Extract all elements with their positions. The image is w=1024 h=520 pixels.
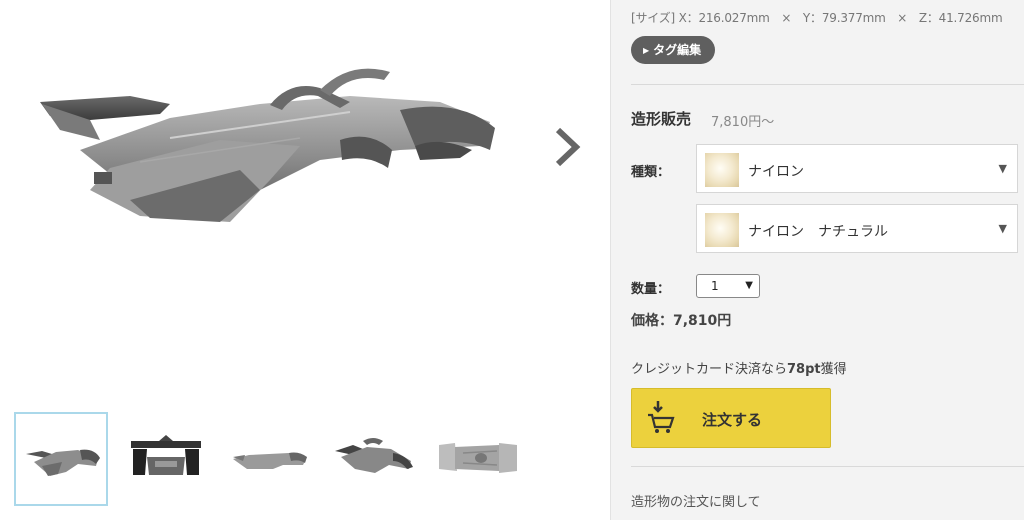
thumbnail-perspective-2-image bbox=[335, 438, 413, 473]
divider bbox=[631, 466, 1024, 467]
order-button[interactable]: 注文する bbox=[631, 388, 831, 448]
quantity-label: 数量： bbox=[631, 282, 671, 297]
points-suffix: 獲得 bbox=[820, 362, 847, 377]
material-swatch-image bbox=[705, 153, 739, 187]
thumbnail-item[interactable] bbox=[430, 412, 524, 506]
quantity-select[interactable]: 1 ▼ bbox=[696, 274, 760, 298]
cart-download-icon bbox=[648, 401, 675, 433]
dropdown-caret-icon: ▼ bbox=[745, 280, 753, 291]
divider bbox=[631, 84, 1024, 85]
points-value: 78pt bbox=[787, 362, 821, 377]
chevron-right-icon bbox=[555, 127, 581, 167]
material-select-value: ナイロン bbox=[748, 164, 804, 180]
quantity-value: 1 bbox=[711, 279, 719, 293]
thumbnail-item[interactable] bbox=[222, 412, 316, 506]
product-gallery bbox=[0, 0, 610, 520]
dropdown-caret-icon: ▼ bbox=[998, 162, 1007, 175]
next-image-button[interactable] bbox=[548, 124, 584, 170]
finish-swatch-image bbox=[705, 213, 739, 247]
size-y: Y：79.377mm bbox=[802, 11, 886, 25]
order-button-label: 注文する bbox=[702, 411, 763, 429]
thumbnail-perspective-image bbox=[26, 449, 100, 476]
size-separator: × bbox=[897, 11, 908, 25]
order-info-link[interactable]: 造形物の注文に関して bbox=[631, 491, 761, 510]
thumbnail-item[interactable] bbox=[326, 412, 420, 506]
size-x: [サイズ] X：216.027mm bbox=[631, 11, 770, 25]
dropdown-caret-icon: ▼ bbox=[998, 222, 1007, 235]
thumbnail-top-image bbox=[439, 443, 517, 473]
size-separator: × bbox=[781, 11, 792, 25]
thumbnail-side-image bbox=[233, 452, 307, 469]
thumbnail-item[interactable] bbox=[14, 412, 108, 506]
material-select[interactable]: ナイロン ▼ bbox=[696, 144, 1018, 193]
thumbnail-item[interactable] bbox=[118, 412, 212, 506]
sales-title: 造形販売 bbox=[631, 110, 692, 128]
purchase-panel: [サイズ] X：216.027mm × Y：79.377mm × Z：41.72… bbox=[610, 0, 1024, 520]
main-product-image bbox=[20, 50, 520, 250]
type-label: 種類： bbox=[631, 165, 671, 180]
finish-select-value: ナイロン ナチュラル bbox=[748, 224, 888, 240]
tag-edit-button[interactable]: ▶ タグ編集 bbox=[631, 36, 716, 64]
finish-select[interactable]: ナイロン ナチュラル ▼ bbox=[696, 204, 1018, 253]
car-model-render bbox=[40, 68, 495, 222]
points-prefix: クレジットカード決済なら bbox=[631, 362, 788, 377]
sales-price-from: 7,810円〜 bbox=[711, 115, 775, 130]
total-price: 価格：7,810円 bbox=[631, 313, 732, 329]
size-z: Z：41.726mm bbox=[918, 11, 1003, 25]
points-info: クレジットカード決済なら78pt獲得 bbox=[631, 358, 847, 377]
thumbnail-rear-image bbox=[131, 435, 201, 475]
tag-edit-label: タグ編集 bbox=[653, 43, 702, 57]
triangle-right-icon: ▶ bbox=[643, 46, 650, 55]
model-size: [サイズ] X：216.027mm × Y：79.377mm × Z：41.72… bbox=[631, 9, 1003, 26]
